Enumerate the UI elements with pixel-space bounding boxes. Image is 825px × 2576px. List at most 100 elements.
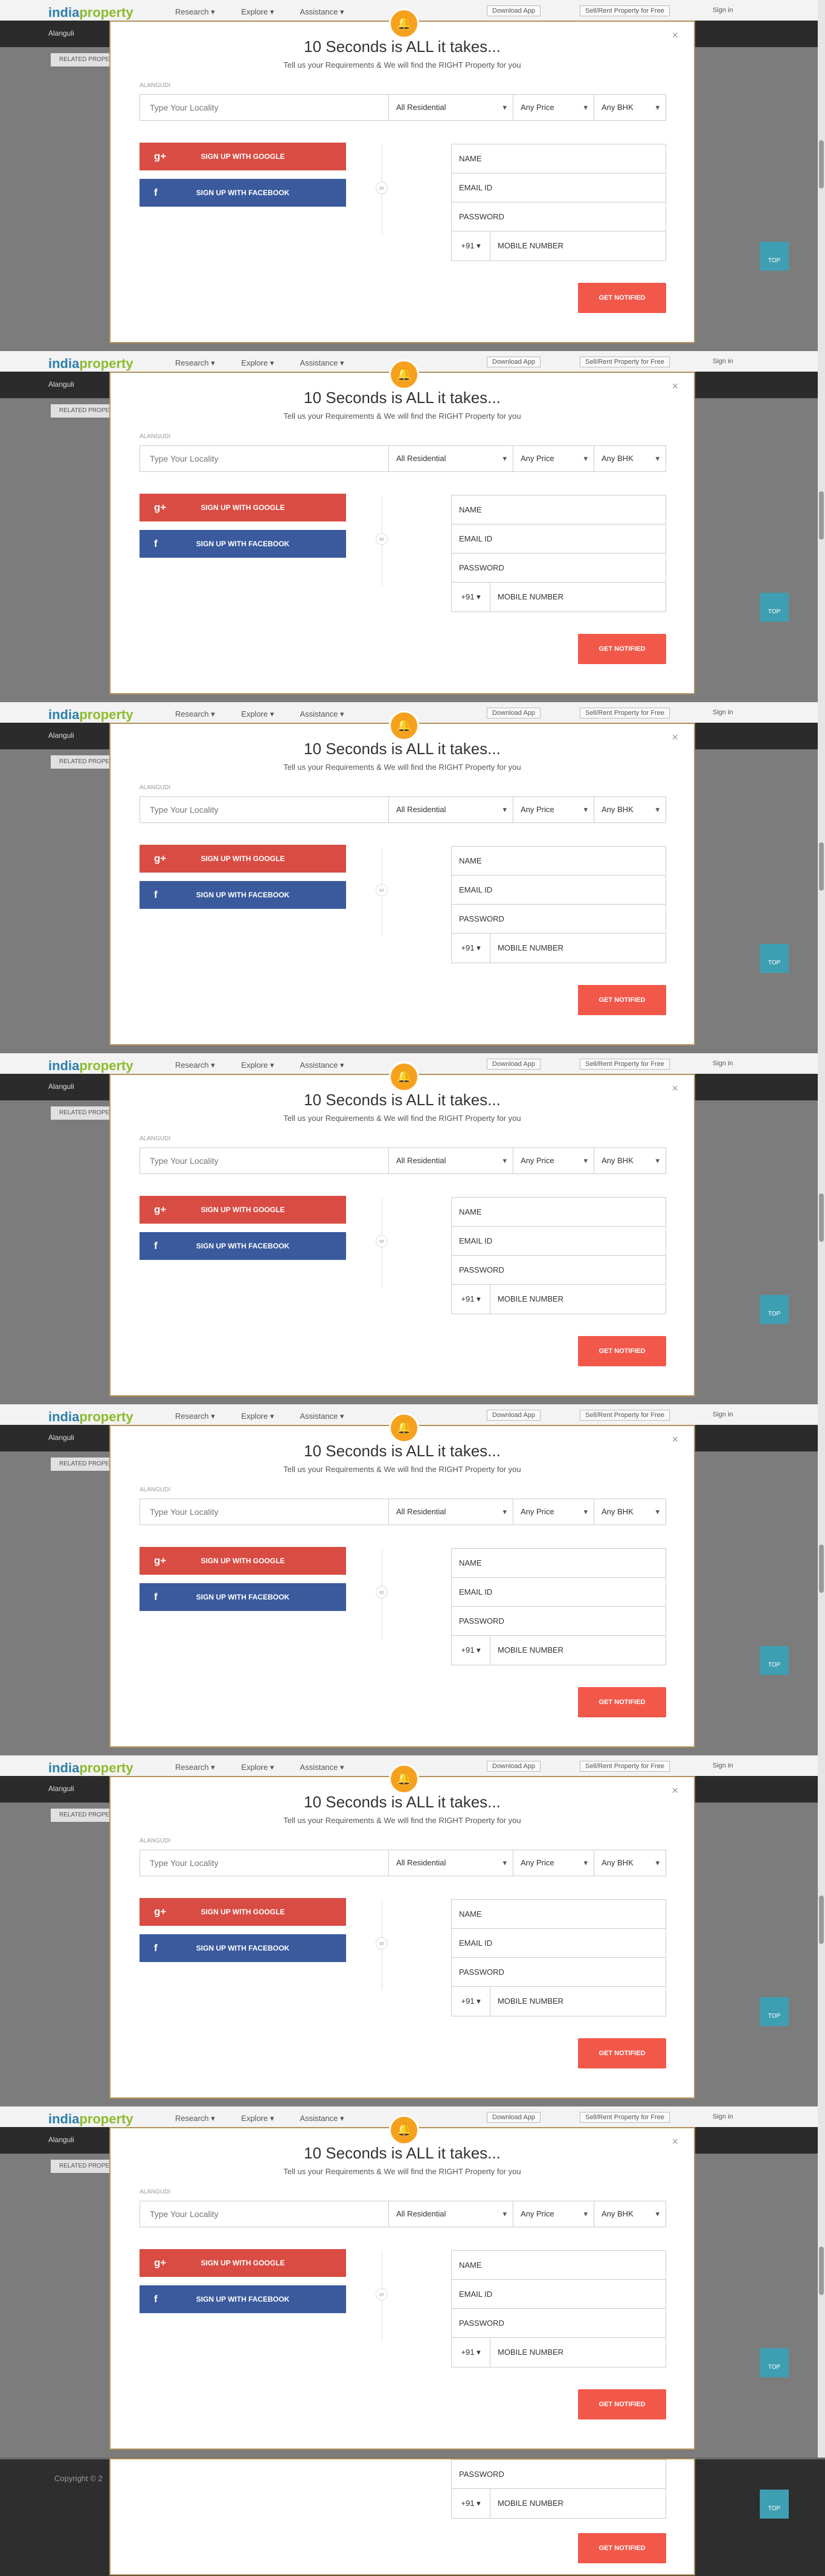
- facebook-signup-button[interactable]: f SIGN UP WITH FACEBOOK: [140, 881, 346, 909]
- back-to-top-button[interactable]: TOP: [760, 2490, 789, 2519]
- sign-in-link[interactable]: Sign in: [708, 2112, 738, 2122]
- site-logo[interactable]: indiaproperty: [48, 356, 133, 372]
- get-notified-button[interactable]: GET NOTIFIED: [578, 985, 666, 1015]
- nav-research[interactable]: Research ▾: [175, 2114, 215, 2123]
- mobile-field[interactable]: MOBILE NUMBER: [498, 1987, 563, 2016]
- locality-input[interactable]: [140, 95, 389, 120]
- back-to-top-button[interactable]: TOP: [760, 1646, 789, 1675]
- get-notified-button[interactable]: GET NOTIFIED: [578, 2389, 666, 2419]
- get-notified-button[interactable]: GET NOTIFIED: [578, 1687, 666, 1717]
- scrollbar[interactable]: [818, 0, 825, 351]
- download-app-button[interactable]: Download App: [487, 708, 541, 718]
- country-code-select[interactable]: +91 ▾: [452, 934, 490, 963]
- facebook-signup-button[interactable]: f SIGN UP WITH FACEBOOK: [140, 1934, 346, 1962]
- country-code-select[interactable]: +91 ▾: [452, 231, 490, 260]
- country-code-select[interactable]: +91 ▾: [452, 1987, 490, 2016]
- property-type-select[interactable]: All Residential: [389, 797, 513, 822]
- facebook-signup-button[interactable]: f SIGN UP WITH FACEBOOK: [140, 1232, 346, 1260]
- mobile-field[interactable]: MOBILE NUMBER: [498, 231, 563, 260]
- bhk-select[interactable]: Any BHK: [594, 1850, 666, 1876]
- price-select[interactable]: Any Price: [513, 797, 594, 822]
- nav-research[interactable]: Research ▾: [175, 1763, 215, 1772]
- locality-input[interactable]: [140, 446, 389, 471]
- country-code-select[interactable]: +91 ▾: [452, 2489, 490, 2518]
- download-app-button[interactable]: Download App: [487, 1410, 541, 1421]
- site-logo[interactable]: indiaproperty: [48, 1409, 133, 1425]
- download-app-button[interactable]: Download App: [487, 1059, 541, 1070]
- related-properties-tab[interactable]: RELATED PROPE: [51, 2160, 114, 2173]
- mobile-field[interactable]: MOBILE NUMBER: [498, 2338, 563, 2367]
- site-logo[interactable]: indiaproperty: [48, 1760, 133, 1776]
- facebook-signup-button[interactable]: f SIGN UP WITH FACEBOOK: [140, 179, 346, 207]
- password-field[interactable]: PASSWORD: [452, 202, 666, 231]
- location-selector[interactable]: Alanguli: [48, 380, 74, 389]
- scrollbar[interactable]: [818, 1755, 825, 2106]
- nav-explore[interactable]: Explore ▾: [241, 709, 274, 718]
- name-field[interactable]: NAME: [452, 1549, 666, 1578]
- name-field[interactable]: NAME: [452, 496, 666, 525]
- password-field[interactable]: PASSWORD: [452, 1607, 666, 1636]
- related-properties-tab[interactable]: RELATED PROPE: [51, 755, 114, 769]
- related-properties-tab[interactable]: RELATED PROPE: [51, 53, 114, 66]
- email-field[interactable]: EMAIL ID: [452, 876, 666, 905]
- price-select[interactable]: Any Price: [513, 446, 594, 471]
- download-app-button[interactable]: Download App: [487, 1761, 541, 1772]
- name-field[interactable]: NAME: [452, 1198, 666, 1227]
- back-to-top-button[interactable]: TOP: [760, 593, 789, 622]
- mobile-field[interactable]: MOBILE NUMBER: [498, 1285, 563, 1314]
- password-field[interactable]: PASSWORD: [452, 2460, 666, 2489]
- nav-assistance[interactable]: Assistance ▾: [300, 358, 344, 367]
- sign-in-link[interactable]: Sign in: [708, 1410, 738, 1419]
- password-field[interactable]: PASSWORD: [452, 1958, 666, 1987]
- related-properties-tab[interactable]: RELATED PROPE: [51, 1457, 114, 1471]
- back-to-top-button[interactable]: TOP: [760, 944, 789, 973]
- bhk-select[interactable]: Any BHK: [594, 2201, 666, 2227]
- facebook-signup-button[interactable]: f SIGN UP WITH FACEBOOK: [140, 1583, 346, 1611]
- download-app-button[interactable]: Download App: [487, 5, 541, 16]
- google-signup-button[interactable]: g+ SIGN UP WITH GOOGLE: [140, 1196, 346, 1224]
- bhk-select[interactable]: Any BHK: [594, 446, 666, 471]
- back-to-top-button[interactable]: TOP: [760, 242, 789, 271]
- download-app-button[interactable]: Download App: [487, 2112, 541, 2123]
- google-signup-button[interactable]: g+ SIGN UP WITH GOOGLE: [140, 845, 346, 873]
- site-logo[interactable]: indiaproperty: [48, 5, 133, 21]
- related-properties-tab[interactable]: RELATED PROPE: [51, 1809, 114, 1822]
- sell-rent-button[interactable]: Sell/Rent Property for Free: [580, 1059, 670, 1070]
- bhk-select[interactable]: Any BHK: [594, 1148, 666, 1173]
- google-signup-button[interactable]: g+ SIGN UP WITH GOOGLE: [140, 143, 346, 170]
- email-field[interactable]: EMAIL ID: [452, 1227, 666, 1256]
- country-code-select[interactable]: +91 ▾: [452, 1285, 490, 1314]
- related-properties-tab[interactable]: RELATED PROPE: [51, 404, 114, 418]
- email-field[interactable]: EMAIL ID: [452, 1929, 666, 1958]
- sign-in-link[interactable]: Sign in: [708, 1761, 738, 1771]
- password-field[interactable]: PASSWORD: [452, 905, 666, 934]
- nav-explore[interactable]: Explore ▾: [241, 1412, 274, 1421]
- location-selector[interactable]: Alanguli: [48, 1082, 74, 1091]
- back-to-top-button[interactable]: TOP: [760, 2348, 789, 2377]
- name-field[interactable]: NAME: [452, 847, 666, 876]
- get-notified-button[interactable]: GET NOTIFIED: [578, 283, 666, 313]
- name-field[interactable]: NAME: [452, 1900, 666, 1929]
- location-selector[interactable]: Alanguli: [48, 29, 74, 37]
- download-app-button[interactable]: Download App: [487, 357, 541, 367]
- locality-input[interactable]: [140, 1499, 389, 1525]
- email-field[interactable]: EMAIL ID: [452, 173, 666, 202]
- sell-rent-button[interactable]: Sell/Rent Property for Free: [580, 1761, 670, 1772]
- locality-input[interactable]: [140, 797, 389, 822]
- password-field[interactable]: PASSWORD: [452, 554, 666, 583]
- back-to-top-button[interactable]: TOP: [760, 1997, 789, 2026]
- site-logo[interactable]: indiaproperty: [48, 707, 133, 723]
- nav-assistance[interactable]: Assistance ▾: [300, 709, 344, 718]
- sell-rent-button[interactable]: Sell/Rent Property for Free: [580, 2112, 670, 2123]
- scrollbar[interactable]: [818, 702, 825, 1053]
- scrollbar[interactable]: [818, 351, 825, 702]
- price-select[interactable]: Any Price: [513, 1499, 594, 1525]
- property-type-select[interactable]: All Residential: [389, 1499, 513, 1525]
- google-signup-button[interactable]: g+ SIGN UP WITH GOOGLE: [140, 1898, 346, 1926]
- locality-input[interactable]: [140, 1148, 389, 1173]
- location-selector[interactable]: Alanguli: [48, 731, 74, 740]
- locality-input[interactable]: [140, 1850, 389, 1876]
- nav-research[interactable]: Research ▾: [175, 358, 215, 367]
- nav-explore[interactable]: Explore ▾: [241, 2114, 274, 2123]
- mobile-field[interactable]: MOBILE NUMBER: [498, 583, 563, 612]
